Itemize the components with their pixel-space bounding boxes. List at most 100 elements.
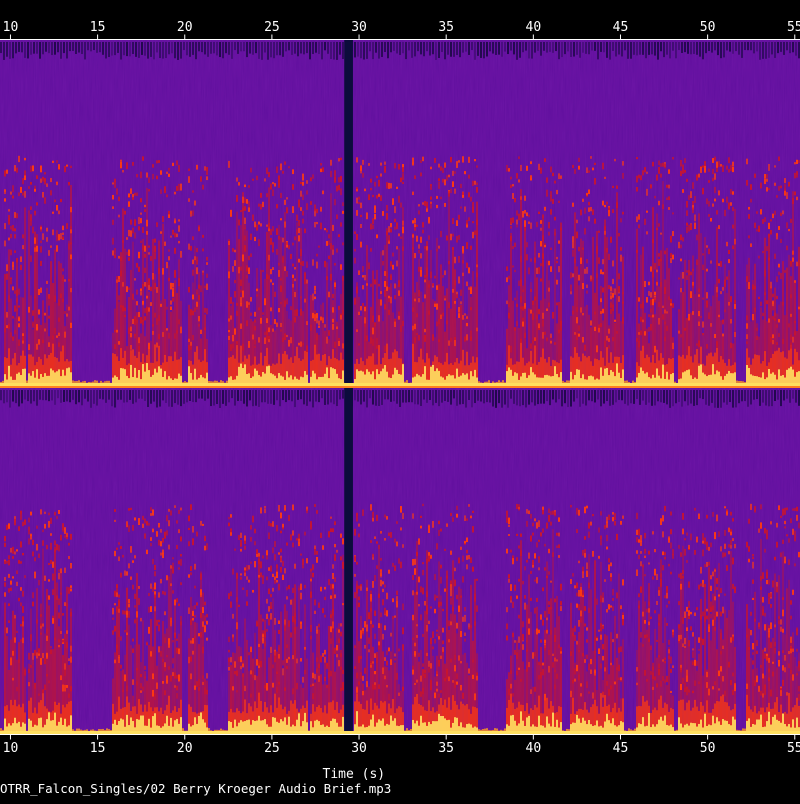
harmonic-speckle bbox=[178, 509, 180, 514]
harmonic-speckle bbox=[428, 667, 430, 673]
harmonic-speckle bbox=[690, 271, 692, 276]
harmonic-speckle bbox=[196, 602, 198, 606]
harmonic-speckle bbox=[58, 332, 60, 337]
harmonic-speckle bbox=[358, 311, 360, 316]
harmonic-speckle bbox=[776, 342, 778, 346]
harmonic-speckle bbox=[20, 639, 22, 642]
high-frequency-band bbox=[237, 42, 239, 54]
harmonic-speckle bbox=[396, 222, 398, 230]
harmonic-speckle bbox=[68, 587, 70, 594]
harmonic-speckle bbox=[470, 307, 472, 311]
harmonic-speckle bbox=[706, 245, 708, 248]
harmonic-speckle bbox=[672, 254, 674, 260]
high-frequency-band bbox=[615, 42, 617, 57]
high-frequency-band bbox=[771, 390, 773, 407]
harmonic-speckle bbox=[514, 242, 516, 248]
harmonic-speckle bbox=[680, 170, 682, 177]
harmonic-speckle bbox=[292, 263, 294, 267]
harmonic-speckle bbox=[304, 228, 306, 234]
high-frequency-band bbox=[786, 42, 788, 51]
high-frequency-band bbox=[477, 42, 479, 56]
high-frequency-band bbox=[357, 390, 359, 402]
harmonic-speckle bbox=[274, 576, 276, 580]
harmonic-speckle bbox=[796, 261, 798, 267]
high-frequency-band bbox=[585, 390, 587, 406]
harmonic-speckle bbox=[260, 204, 262, 210]
harmonic-speckle bbox=[398, 692, 400, 696]
harmonic-speckle bbox=[14, 234, 16, 239]
harmonic-speckle bbox=[334, 577, 336, 583]
harmonic-speckle bbox=[52, 573, 54, 581]
harmonic-speckle bbox=[302, 181, 304, 186]
harmonic-speckle bbox=[590, 279, 592, 282]
harmonic-speckle bbox=[254, 675, 256, 681]
harmonic-speckle bbox=[172, 640, 174, 643]
harmonic-speckle bbox=[380, 557, 382, 561]
harmonic-speckle bbox=[334, 594, 336, 599]
high-frequency-band bbox=[726, 390, 728, 405]
harmonic-speckle bbox=[124, 570, 126, 576]
harmonic-speckle bbox=[44, 658, 46, 662]
harmonic-speckle bbox=[602, 162, 604, 170]
high-frequency-band bbox=[192, 390, 194, 403]
high-frequency-band bbox=[543, 42, 545, 51]
harmonic-speckle bbox=[402, 181, 404, 185]
harmonic-speckle bbox=[382, 250, 384, 256]
harmonic-speckle bbox=[768, 233, 770, 238]
harmonic-speckle bbox=[376, 175, 378, 179]
high-frequency-band bbox=[54, 42, 56, 55]
harmonic-speckle bbox=[384, 161, 386, 165]
harmonic-speckle bbox=[708, 248, 710, 255]
harmonic-speckle bbox=[374, 536, 376, 539]
harmonic-speckle bbox=[656, 174, 658, 181]
harmonic-speckle bbox=[610, 302, 612, 308]
harmonic-speckle bbox=[262, 578, 264, 584]
harmonic-speckle bbox=[266, 550, 268, 556]
harmonic-speckle bbox=[296, 658, 298, 664]
harmonic-speckle bbox=[130, 546, 132, 553]
harmonic-speckle bbox=[28, 682, 30, 687]
high-frequency-band bbox=[555, 42, 557, 52]
high-frequency-band bbox=[210, 390, 212, 407]
harmonic-speckle bbox=[268, 521, 270, 527]
harmonic-speckle bbox=[168, 214, 170, 218]
harmonic-speckle bbox=[174, 333, 176, 339]
harmonic-speckle bbox=[448, 340, 450, 346]
harmonic-speckle bbox=[468, 554, 470, 560]
harmonic-speckle bbox=[462, 576, 464, 583]
harmonic-speckle bbox=[412, 513, 414, 519]
harmonic-speckle bbox=[428, 525, 430, 533]
harmonic-speckle bbox=[62, 225, 64, 231]
harmonic-speckle bbox=[414, 651, 416, 656]
harmonic-speckle bbox=[650, 266, 652, 272]
harmonic-speckle bbox=[424, 673, 426, 679]
speech-energy-peak bbox=[200, 712, 202, 734]
harmonic-speckle bbox=[366, 624, 368, 632]
high-frequency-band bbox=[687, 390, 689, 406]
harmonic-speckle bbox=[174, 232, 176, 238]
harmonic-speckle bbox=[466, 281, 468, 287]
harmonic-speckle bbox=[260, 507, 262, 514]
high-frequency-band bbox=[789, 390, 791, 403]
harmonic-speckle bbox=[64, 310, 66, 314]
harmonic-speckle bbox=[452, 517, 454, 522]
high-frequency-band bbox=[699, 390, 701, 399]
harmonic-speckle bbox=[118, 295, 120, 301]
high-frequency-band bbox=[768, 390, 770, 407]
harmonic-speckle bbox=[154, 571, 156, 577]
harmonic-speckle bbox=[68, 693, 70, 698]
harmonic-speckle bbox=[38, 288, 40, 296]
harmonic-speckle bbox=[176, 674, 178, 679]
harmonic-speckle bbox=[340, 623, 342, 627]
harmonic-speckle bbox=[38, 553, 40, 558]
harmonic-speckle bbox=[456, 681, 458, 685]
harmonic-speckle bbox=[664, 336, 666, 342]
harmonic-speckle bbox=[142, 523, 144, 528]
harmonic-speckle bbox=[726, 165, 728, 170]
high-frequency-band bbox=[306, 42, 308, 54]
harmonic-speckle bbox=[112, 206, 114, 209]
harmonic-speckle bbox=[640, 316, 642, 322]
harmonic-speckle bbox=[250, 297, 252, 302]
harmonic-speckle bbox=[234, 671, 236, 675]
harmonic-speckle bbox=[420, 160, 422, 163]
